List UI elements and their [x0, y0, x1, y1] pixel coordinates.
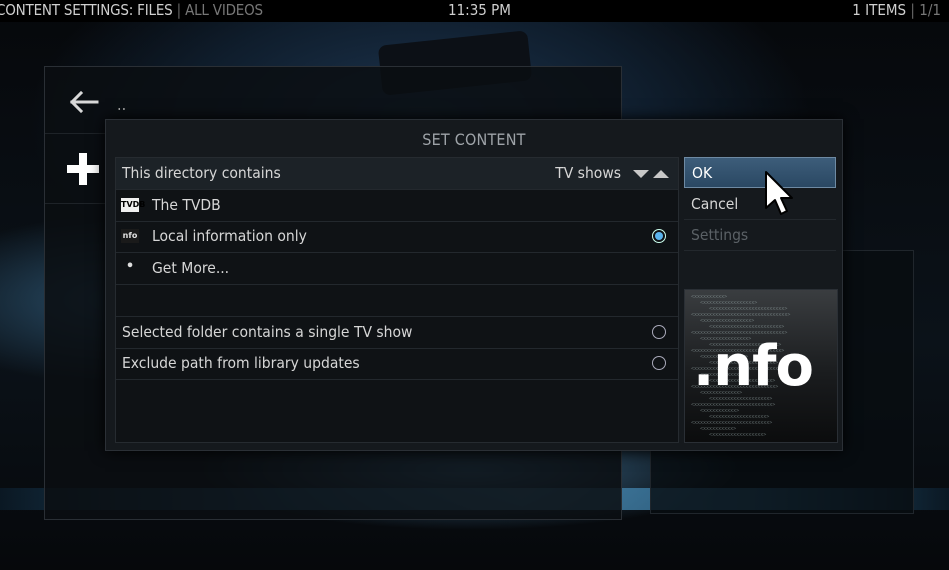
scraper-item-tvdb[interactable]: TVDB The TVDB [116, 190, 678, 222]
tvdb-logo-icon: TVDB [121, 198, 145, 212]
option-label: Selected folder contains a single TV sho… [122, 323, 413, 341]
breadcrumb-section: CONTENT SETTINGS: FILES [0, 1, 173, 19]
spinner-up-icon [653, 170, 669, 178]
clock: 11:35 PM [448, 1, 511, 19]
scraper-label: Local information only [152, 227, 307, 245]
radio-off-icon[interactable] [652, 325, 666, 339]
cancel-button[interactable]: Cancel [684, 189, 836, 220]
items-count: 1 ITEMS [852, 1, 907, 19]
preview-nfo-text: .nfo [693, 334, 814, 399]
dialog-title: SET CONTENT [422, 130, 526, 149]
mouse-cursor-icon [765, 171, 793, 215]
content-type-spinner[interactable]: This directory contains TV shows [116, 158, 678, 190]
breadcrumb: CONTENT SETTINGS: FILES | ALL VIDEOS [0, 0, 263, 21]
scraper-label: The TVDB [152, 196, 221, 214]
get-more-icon: • [125, 259, 135, 274]
back-arrow-icon[interactable] [69, 91, 99, 113]
scraper-item-get-more[interactable]: • Get More... [116, 253, 678, 285]
content-type-value: TV shows [555, 164, 621, 182]
selected-radio-icon [652, 229, 666, 243]
settings-button[interactable]: Settings [684, 220, 836, 251]
count-separator: | [910, 1, 915, 19]
radio-off-icon[interactable] [652, 356, 666, 370]
breadcrumb-subsection: ALL VIDEOS [185, 1, 263, 19]
ok-button[interactable]: OK [684, 157, 836, 188]
item-count: 1 ITEMS | 1/1 [852, 0, 941, 21]
scraper-label: Get More... [152, 259, 230, 277]
option-label: Exclude path from library updates [122, 354, 360, 372]
button-panel: OK Cancel Settings [684, 157, 836, 285]
settings-list: This directory contains TV shows TVDB Th… [115, 157, 679, 443]
nfo-logo-icon: nfo [121, 229, 139, 243]
spinner-arrows [633, 170, 669, 178]
add-icon[interactable] [67, 153, 99, 185]
spinner-down-icon [633, 170, 649, 178]
list-spacer [116, 285, 678, 317]
parent-folder-label: .. [117, 95, 127, 114]
content-type-label: This directory contains [122, 164, 281, 182]
set-content-dialog: SET CONTENT This directory contains TV s… [105, 119, 843, 451]
option-exclude-path[interactable]: Exclude path from library updates [116, 348, 678, 380]
scraper-item-local-info[interactable]: nfo Local information only [116, 221, 678, 253]
top-bar: CONTENT SETTINGS: FILES | ALL VIDEOS 11:… [0, 0, 949, 22]
scraper-preview-image: <xxxxxxxxxx> <xxxxxxxxxxxxxxxxx> <xxxxxx… [684, 289, 838, 443]
breadcrumb-separator: | [176, 1, 182, 19]
page-indicator: 1/1 [919, 1, 941, 19]
option-single-tv-show[interactable]: Selected folder contains a single TV sho… [116, 317, 678, 349]
